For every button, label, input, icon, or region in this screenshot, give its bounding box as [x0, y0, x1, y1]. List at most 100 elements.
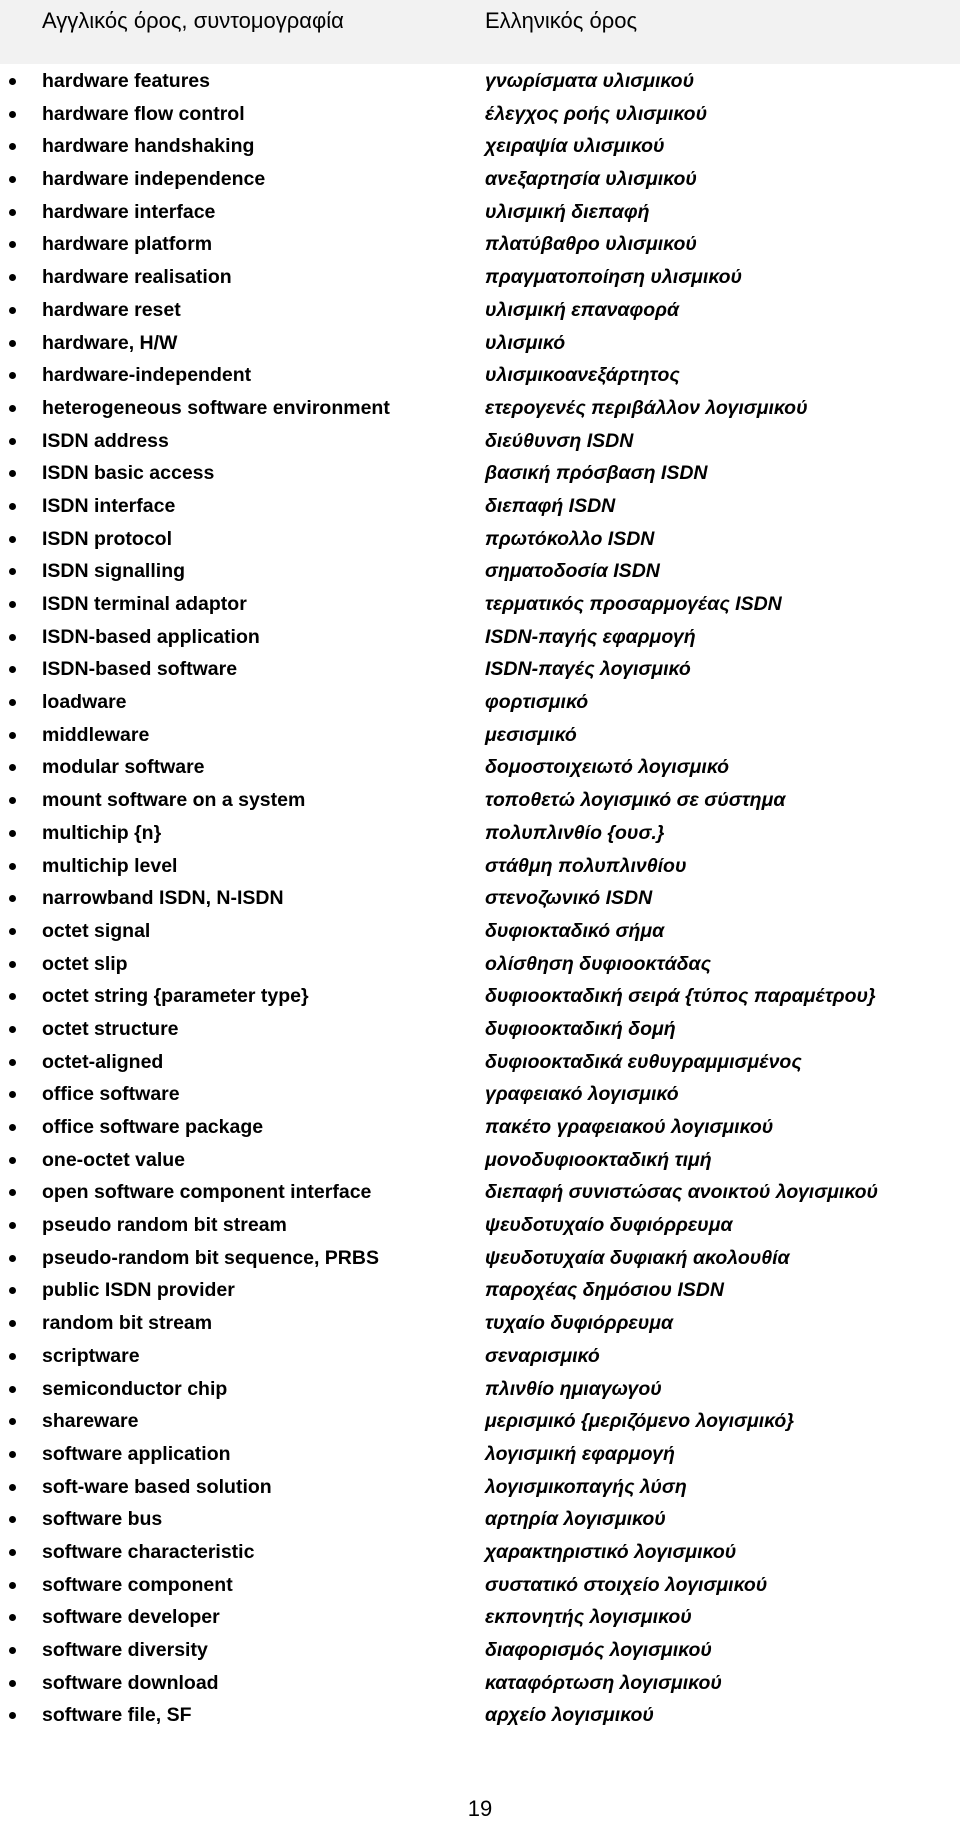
english-term: modular software: [42, 756, 205, 779]
english-term: loadware: [42, 691, 127, 714]
glossary-row: hardware-independent υλισμικοανεξάρτητος: [0, 359, 960, 392]
greek-term: λογισμική εφαρμογή: [485, 1442, 675, 1465]
glossary-row: hardware features γνωρίσματα υλισμικού: [0, 65, 960, 98]
bullet-icon: [9, 176, 16, 184]
glossary-row: software download καταφόρτωση λογισμικού: [0, 1667, 960, 1700]
bullet-icon: [9, 372, 16, 380]
english-term: middleware: [42, 723, 150, 746]
english-term: octet-aligned: [42, 1050, 164, 1073]
greek-term: διαφορισμός λογισμικού: [485, 1639, 712, 1661]
bullet-icon: [9, 764, 16, 772]
bullet-icon: [9, 110, 16, 118]
greek-term: ετερογενές περιβάλλον λογισμικού: [485, 396, 808, 419]
english-term: office software: [42, 1083, 180, 1106]
english-term: hardware handshaking: [42, 135, 255, 158]
greek-term: ολίσθηση δυφιοοκτάδας: [485, 952, 712, 975]
greek-term: διεύθυνση ISDN: [485, 429, 634, 452]
glossary-row: random bit stream τυχαίο δυφιόρρευμα: [0, 1307, 960, 1340]
bullet-icon: [9, 862, 16, 870]
bullet-icon: [9, 535, 16, 543]
glossary-row: ISDN interface διεπαφή ISDN: [0, 490, 960, 523]
bullet-icon: [9, 1548, 16, 1556]
glossary-row: narrowband ISDN, N-ISDN στενοζωνικό ISDN: [0, 882, 960, 915]
glossary-row: ISDN terminal adaptor τερματικός προσαρμο…: [0, 588, 960, 621]
english-term: ISDN signalling: [42, 560, 186, 583]
greek-term: φορτισμικό: [485, 691, 589, 714]
glossary-row: hardware reset υλισμική επαναφορά: [0, 294, 960, 327]
greek-term: τερματικός προσαρμογέας ISDN: [485, 593, 782, 615]
english-term: hardware platform: [42, 233, 213, 256]
english-term: semiconductor chip: [42, 1377, 228, 1400]
bullet-icon: [9, 601, 16, 608]
bullet-icon: [9, 1189, 16, 1197]
bullet-icon: [9, 1679, 16, 1687]
glossary-row: soft-ware based solution λογισμικοπαγής λ…: [0, 1471, 960, 1504]
glossary-row: octet structure δυφιοοκταδική δομή: [0, 1013, 960, 1046]
english-term: software bus: [42, 1508, 163, 1531]
glossary-row: middleware μεσισμικό: [0, 719, 960, 752]
english-term: soft-ware based solution: [42, 1475, 272, 1498]
glossary-row: hardware, H/W υλισμικό: [0, 327, 960, 360]
glossary-row: semiconductor chip πλινθίο ημιαγωγού: [0, 1373, 960, 1406]
glossary-row: shareware μερισμικό {μεριζόμενο λογισμικό…: [0, 1405, 960, 1438]
bullet-icon: [9, 502, 16, 510]
english-term-column-header: Αγγλικός όρος, συντομογραφία: [42, 8, 344, 33]
english-term: ISDN terminal adaptor: [42, 593, 247, 615]
greek-term-column-header: Ελληνικός όρος: [485, 8, 638, 33]
bullet-icon: [9, 1647, 16, 1654]
greek-term: τυχαίο δυφιόρρευμα: [485, 1312, 674, 1335]
bullet-icon: [9, 666, 16, 674]
greek-term: στάθμη πολυπλινθίου: [485, 854, 687, 877]
greek-term: δυφιοοκταδικά ευθυγραμμισμένος: [485, 1050, 802, 1073]
greek-term: υλισμική διεπαφή: [485, 200, 650, 223]
glossary-term-list: hardware features γνωρίσματα υλισμικού har…: [0, 65, 960, 1732]
english-term: octet structure: [42, 1017, 179, 1040]
glossary-row: ISDN address διεύθυνση ISDN: [0, 425, 960, 458]
greek-term: πραγματοποίηση υλισμικού: [485, 266, 743, 289]
greek-term: λογισμικοπαγής λύση: [485, 1475, 687, 1498]
english-term: scriptware: [42, 1344, 140, 1367]
glossary-row: loadware φορτισμικό: [0, 686, 960, 719]
english-term: narrowband ISDN, N-ISDN: [42, 887, 284, 910]
bullet-icon: [9, 208, 16, 216]
english-term: shareware: [42, 1410, 139, 1433]
glossary-row: hardware flow control έλεγχος ροής υλισμι…: [0, 98, 960, 131]
glossary-row: hardware handshaking χειραψία υλισμικού: [0, 130, 960, 163]
english-term: software developer: [42, 1606, 220, 1629]
english-term: ISDN-based software: [42, 658, 238, 681]
glossary-row: software diversity διαφορισμός λογισμικού: [0, 1634, 960, 1667]
greek-term: μεσισμικό: [485, 723, 577, 746]
english-term: hardware features: [42, 70, 210, 92]
glossary-row: office software package πακέτο γραφειακού…: [0, 1111, 960, 1144]
english-term: ISDN interface: [42, 494, 176, 517]
bullet-icon: [9, 633, 16, 641]
english-term: ISDN address: [42, 429, 169, 452]
english-term: one-octet value: [42, 1148, 186, 1171]
greek-term: παροχέας δημόσιου ISDN: [485, 1279, 724, 1302]
bullet-icon: [9, 993, 16, 1001]
english-term: hardware interface: [42, 200, 216, 223]
english-term: octet string {parameter type}: [42, 985, 309, 1008]
greek-term: αρχείο λογισμικού: [485, 1704, 654, 1727]
bullet-icon: [9, 1222, 16, 1230]
bullet-icon: [9, 1614, 16, 1622]
greek-term: βασική πρόσβαση ISDN: [485, 462, 708, 485]
bullet-icon: [9, 1418, 16, 1426]
greek-term: μονοδυφιοοκταδική τιμή: [485, 1148, 712, 1171]
bullet-icon: [9, 797, 16, 805]
bullet-icon: [9, 339, 16, 347]
bullet-icon: [9, 960, 16, 968]
bullet-icon: [9, 1385, 16, 1393]
greek-term: υλισμικό: [485, 331, 566, 354]
glossary-row: ISDN protocol πρωτόκολλο ISDN: [0, 523, 960, 556]
glossary-row: multichip {n} πολυπλινθίο {ουσ.}: [0, 817, 960, 850]
bullet-icon: [9, 1352, 16, 1360]
glossary-row: software characteristic χαρακτηριστικό λο…: [0, 1536, 960, 1569]
greek-term: ψευδοτυχαίο δυφιόρρευμα: [485, 1214, 733, 1237]
greek-term: ανεξαρτησία υλισμικού: [485, 168, 697, 191]
bullet-icon: [9, 1516, 16, 1524]
greek-term: δυφιοοκταδική δομή: [485, 1017, 676, 1040]
glossary-row: software developer εκπονητής λογισμικού: [0, 1601, 960, 1634]
glossary-row: pseudo random bit stream ψευδοτυχαίο δυφι…: [0, 1209, 960, 1242]
english-term: software download: [42, 1671, 219, 1694]
